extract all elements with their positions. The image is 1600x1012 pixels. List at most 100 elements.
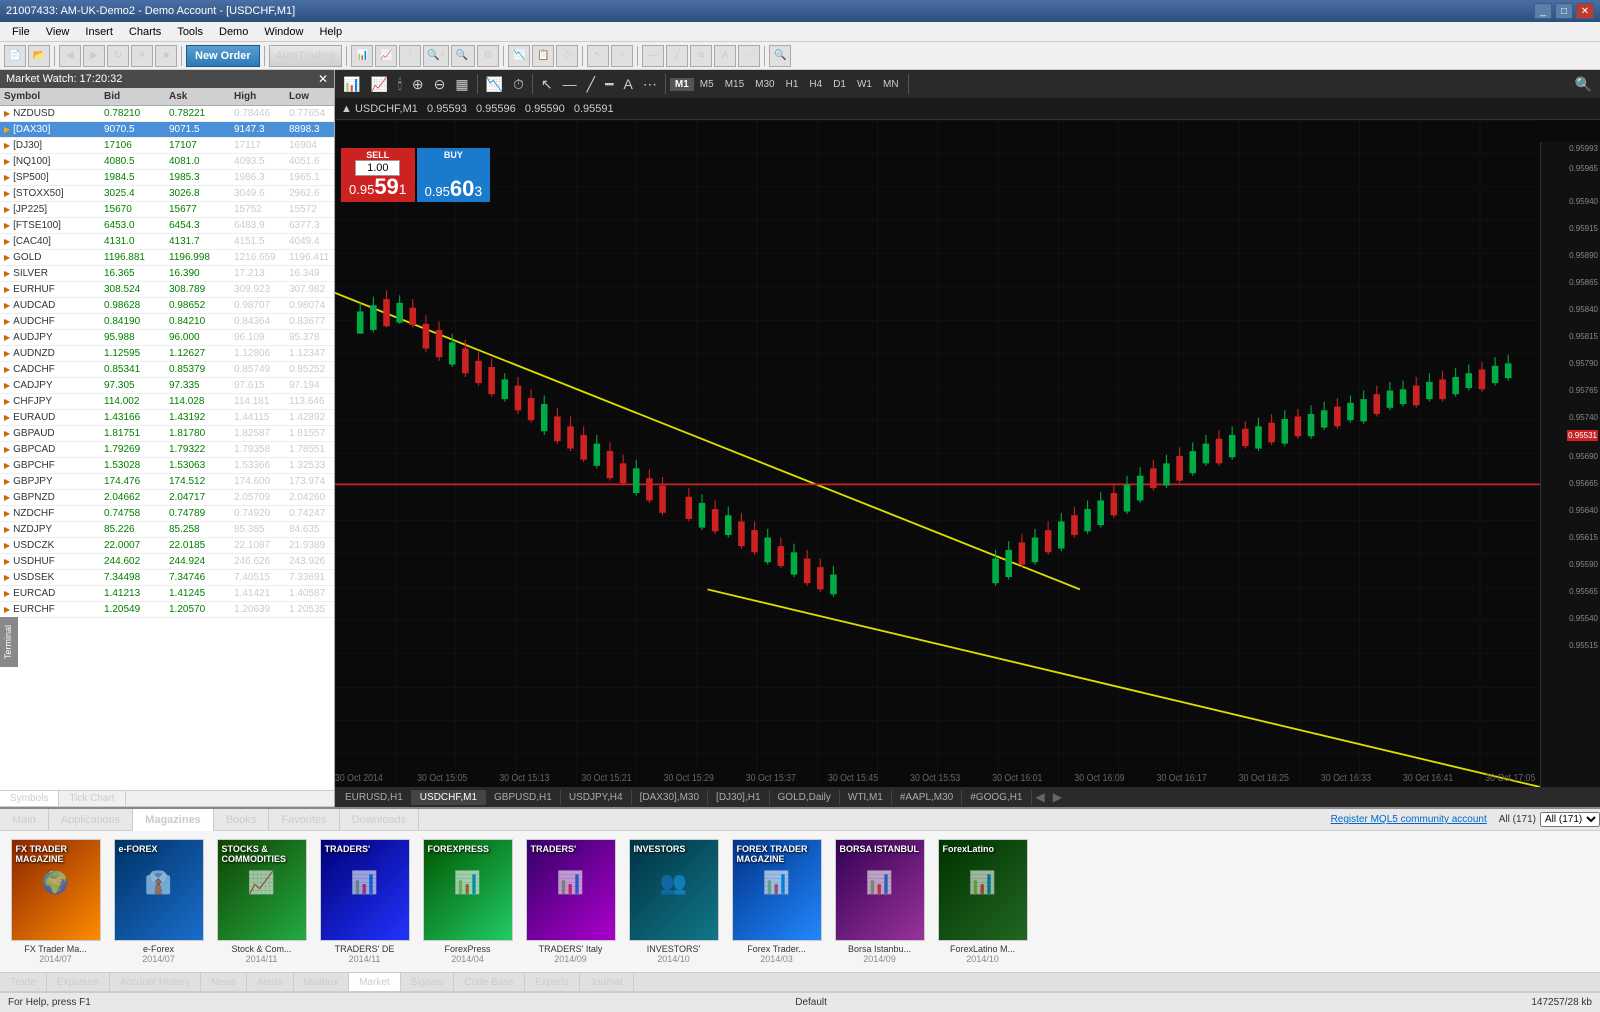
magazine-item-forexpress[interactable]: FOREXPRESS 📊 ForexPress 2014/04 (420, 839, 515, 964)
sell-block[interactable]: SELL 0.95 59 1 (341, 148, 415, 202)
market-watch-row[interactable]: CADJPY 97.305 97.335 97.615 97.194 17:20… (0, 378, 334, 394)
chart-tab-goog[interactable]: #GOOG,H1 (962, 790, 1031, 805)
tab-books[interactable]: Books (214, 809, 270, 831)
stop-button[interactable]: ✕ (131, 45, 153, 67)
tab-favorites[interactable]: Favorites (269, 809, 339, 831)
market-watch-row[interactable]: GBPAUD 1.81751 1.81780 1.82587 1.81557 1… (0, 426, 334, 442)
chart-tab-usdjpy[interactable]: USDJPY,H4 (561, 790, 632, 805)
tf-m30[interactable]: M30 (750, 78, 779, 91)
chart-canvas[interactable]: SELL 0.95 59 1 BUY 0. (335, 120, 1600, 787)
market-watch-row[interactable]: [DJ30] 17106 17107 17117 16904 17:20:31 (0, 138, 334, 154)
chart-tab-dax30[interactable]: [DAX30],M30 (632, 790, 708, 805)
tf-h4[interactable]: H4 (804, 78, 827, 91)
trade-tab-journal[interactable]: Journal (580, 973, 634, 991)
market-watch-row[interactable]: GOLD 1196.881 1196.998 1216.659 1196.411… (0, 250, 334, 266)
market-watch-row[interactable]: EURCHF 1.20549 1.20570 1.20639 1.20535 1… (0, 602, 334, 618)
chart-tab-gold[interactable]: GOLD,Daily (770, 790, 840, 805)
market-watch-row[interactable]: USDCZK 22.0007 22.0185 22.1087 21.9389 1… (0, 538, 334, 554)
market-watch-row[interactable]: [STOXX50] 3025.4 3026.8 3049.6 2962.6 17… (0, 186, 334, 202)
tab-magazines[interactable]: Magazines (133, 809, 214, 831)
menu-charts[interactable]: Charts (121, 22, 169, 41)
market-watch-row[interactable]: NZDJPY 85.226 85.258 85.385 84.635 17:20… (0, 522, 334, 538)
magazine-item-borsa[interactable]: BORSA ISTANBUL 📊 Borsa Istanbu... 2014/0… (832, 839, 927, 964)
market-watch-row[interactable]: CADCHF 0.85341 0.85379 0.85749 0.85252 1… (0, 362, 334, 378)
new-profile-button[interactable]: 📄 (4, 45, 26, 67)
cursor-btn[interactable]: ↖ (587, 45, 609, 67)
zoom-in-btn[interactable]: 🔍+ (423, 45, 449, 67)
tab-downloads[interactable]: Downloads (340, 809, 419, 831)
templates-btn[interactable]: 📋 (532, 45, 554, 67)
market-watch-row[interactable]: [CAC40] 4131.0 4131.7 4151.5 4049.4 17:2… (0, 234, 334, 250)
close-button[interactable]: ✕ (1576, 3, 1594, 19)
menu-demo[interactable]: Demo (211, 22, 256, 41)
trade-tab-account-history[interactable]: Account History (110, 973, 201, 991)
stop2-button[interactable]: ■ (155, 45, 177, 67)
market-watch-row[interactable]: [SP500] 1984.5 1985.3 1986.3 1965.1 17:2… (0, 170, 334, 186)
hline-btn[interactable]: — (642, 45, 664, 67)
trade-tab-alerts[interactable]: Alerts (247, 973, 294, 991)
chart-area[interactable]: ▲ USDCHF,M1 0.95593 0.95596 0.95590 0.95… (335, 98, 1600, 787)
tf-m1[interactable]: M1 (670, 78, 694, 91)
ct-bar-chart[interactable]: 📊 (339, 74, 364, 95)
market-watch-row[interactable]: SILVER 16.365 16.390 17.213 16.349 17:20… (0, 266, 334, 282)
market-watch-row[interactable]: AUDCAD 0.98628 0.98652 0.98707 0.98074 1… (0, 298, 334, 314)
tf-m15[interactable]: M15 (720, 78, 749, 91)
market-watch-row[interactable]: USDHUF 244.602 244.924 246.626 243.926 1… (0, 554, 334, 570)
zoom-out-btn[interactable]: 🔍- (451, 45, 475, 67)
indicator-btn[interactable]: 📉 (508, 45, 530, 67)
chart-line-btn[interactable]: 📈 (375, 45, 397, 67)
trade-tab-mailbox[interactable]: Mailbox (294, 973, 349, 991)
chart-candle-btn[interactable]: 🕯 (399, 45, 421, 67)
window-controls[interactable]: _ □ ✕ (1534, 3, 1594, 19)
buy-block[interactable]: BUY 0.95 60 3 (417, 148, 491, 202)
ct-indicator[interactable]: 📉 (482, 74, 507, 95)
search-btn[interactable]: 🔍 (769, 45, 791, 67)
terminal-side-tab[interactable]: Terminal (0, 617, 18, 667)
ct-hline[interactable]: ━ (601, 74, 617, 95)
market-watch-row[interactable]: GBPNZD 2.04662 2.04717 2.05709 2.04260 1… (0, 490, 334, 506)
market-watch-row[interactable]: GBPJPY 174.476 174.512 174.600 173.974 1… (0, 474, 334, 490)
menu-help[interactable]: Help (311, 22, 350, 41)
chart-tab-dj30[interactable]: [DJ30],H1 (708, 790, 769, 805)
market-watch-body[interactable]: NZDUSD 0.78210 0.78221 0.78446 0.77654 1… (0, 106, 334, 790)
tf-w1[interactable]: W1 (852, 78, 877, 91)
trade-tab-signals[interactable]: Signals (401, 973, 455, 991)
period-btn[interactable]: ⏱ (556, 45, 578, 67)
ct-search[interactable]: 🔍 (1571, 74, 1596, 95)
autotrading-button[interactable]: AutoTrading (269, 45, 343, 67)
trendline-btn[interactable]: ╱ (666, 45, 688, 67)
all-dropdown[interactable]: All (171) (1540, 812, 1600, 827)
text-btn[interactable]: A (714, 45, 736, 67)
trade-tab-trade[interactable]: Trade (0, 973, 47, 991)
menu-window[interactable]: Window (256, 22, 311, 41)
tab-tick-chart[interactable]: Tick Chart (59, 791, 125, 806)
ct-cursor[interactable]: ↖ (537, 74, 557, 95)
menu-view[interactable]: View (38, 22, 78, 41)
chart-tab-aapl[interactable]: #AAPL,M30 (892, 790, 962, 805)
crosshair-btn[interactable]: + (611, 45, 633, 67)
magazine-item-stocks[interactable]: STOCKS & COMMODITIES 📈 Stock & Com... 20… (214, 839, 309, 964)
market-watch-row[interactable]: AUDCHF 0.84190 0.84210 0.84364 0.83677 1… (0, 314, 334, 330)
trade-tab-news[interactable]: News (201, 973, 247, 991)
chart-tab-wti[interactable]: WTI,M1 (840, 790, 892, 805)
scroll-right-arrow[interactable]: ▶ (1049, 790, 1066, 804)
tf-m5[interactable]: M5 (695, 78, 719, 91)
chart-tab-usdchf[interactable]: USDCHF,M1 (412, 790, 486, 805)
forward-button[interactable]: ▶ (83, 45, 105, 67)
magazine-item-forexlatino[interactable]: ForexLatino 📊 ForexLatino M... 2014/10 (935, 839, 1030, 964)
chart-bar-btn[interactable]: 📊 (351, 45, 373, 67)
market-watch-row[interactable]: [DAX30] 9070.5 9071.5 9147.3 8898.3 17:2… (0, 122, 334, 138)
market-watch-row[interactable]: GBPCAD 1.79269 1.79322 1.79358 1.78551 1… (0, 442, 334, 458)
magazine-item-traders-de[interactable]: TRADERS' 📊 TRADERS' DE 2014/11 (317, 839, 412, 964)
ct-text[interactable]: A (620, 74, 637, 94)
trade-tab-exposure[interactable]: Exposure (47, 973, 110, 991)
market-watch-row[interactable]: EURAUD 1.43166 1.43192 1.44115 1.42892 1… (0, 410, 334, 426)
ct-line-chart[interactable]: 📈 (366, 74, 391, 95)
tf-h1[interactable]: H1 (781, 78, 804, 91)
market-watch-close[interactable]: ✕ (318, 72, 328, 86)
market-watch-row[interactable]: USDSEK 7.34498 7.34746 7.40515 7.33691 1… (0, 570, 334, 586)
chart-tab-eurusd[interactable]: EURUSD,H1 (337, 790, 412, 805)
tab-applications[interactable]: Applications (49, 809, 133, 831)
ct-zoom-in[interactable]: ⊕ (408, 74, 428, 95)
magazine-item-investors[interactable]: INVESTORS 👥 INVESTORS' 2014/10 (626, 839, 721, 964)
